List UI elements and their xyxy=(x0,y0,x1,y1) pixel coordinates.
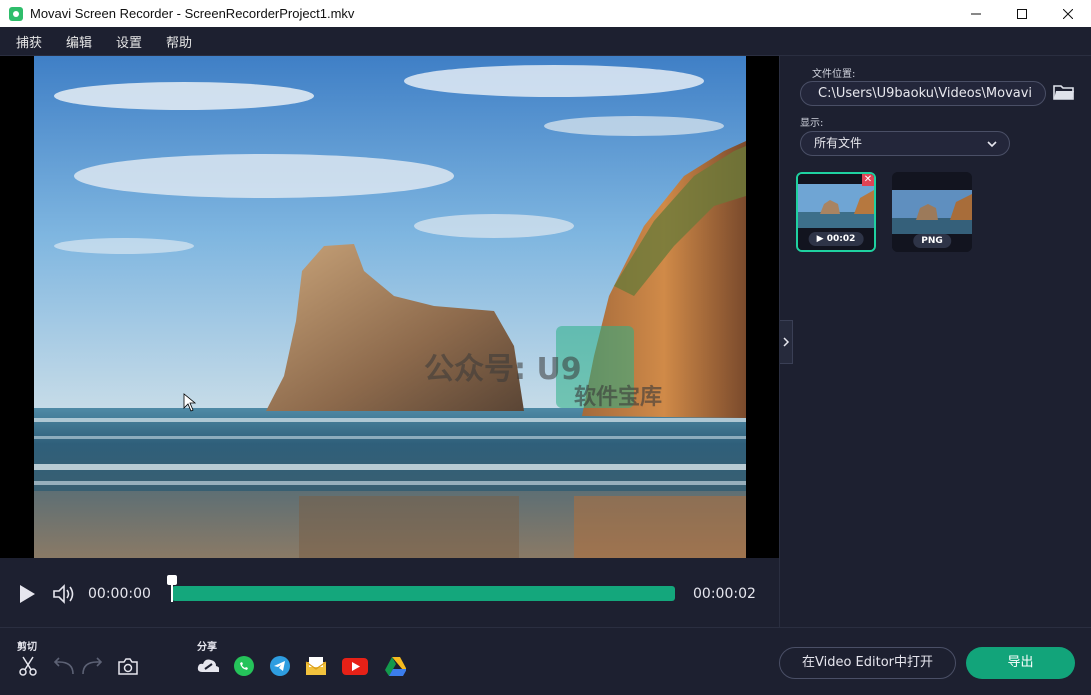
open-in-video-editor-button[interactable]: 在Video Editor中打开 xyxy=(779,647,956,679)
redo-icon xyxy=(82,657,103,675)
thumbnail-video-duration: ▶ 00:02 xyxy=(808,232,864,246)
youtube-icon xyxy=(342,658,368,675)
current-time: 00:00:00 xyxy=(88,586,151,602)
window-title: Movavi Screen Recorder - ScreenRecorderP… xyxy=(30,6,355,21)
menu-bar: 捕获 编辑 设置 帮助 xyxy=(0,27,1091,56)
playhead-marker-icon xyxy=(167,575,177,602)
expand-panel-button[interactable] xyxy=(780,320,793,364)
thumbnail-image-type: PNG xyxy=(913,234,951,248)
video-viewer[interactable]: 公众号: U9 软件宝库 xyxy=(0,56,779,558)
email-icon xyxy=(305,657,327,675)
file-filter-select[interactable]: 所有文件 xyxy=(800,131,1010,156)
watermark-sub: 软件宝库 xyxy=(574,384,662,410)
menu-help[interactable]: 帮助 xyxy=(154,32,204,51)
chevron-down-icon xyxy=(987,133,997,156)
share-whatsapp-button[interactable] xyxy=(233,655,255,677)
share-email-button[interactable] xyxy=(305,655,327,677)
volume-icon xyxy=(53,584,74,604)
menu-edit[interactable]: 编辑 xyxy=(54,32,104,51)
video-frame: 公众号: U9 软件宝库 xyxy=(34,56,746,558)
delete-thumbnail-button[interactable]: ✕ xyxy=(862,174,874,186)
undo-button[interactable] xyxy=(53,655,75,677)
show-label: 显示: xyxy=(800,118,824,129)
redo-button[interactable] xyxy=(81,655,103,677)
whatsapp-icon xyxy=(234,656,254,676)
play-icon xyxy=(20,585,35,603)
window-controls xyxy=(953,0,1091,27)
bottom-toolbar: 剪切 分享 在Video Editor中打开 导出 xyxy=(0,627,1091,695)
telegram-icon xyxy=(270,656,290,676)
camera-icon xyxy=(118,658,138,675)
app-icon xyxy=(9,6,23,21)
close-icon xyxy=(1063,8,1073,19)
timeline-track[interactable] xyxy=(172,586,675,601)
share-google-drive-button[interactable] xyxy=(384,655,406,677)
playhead-handle[interactable] xyxy=(167,575,177,602)
playback-controls: 00:00:00 00:00:02 xyxy=(0,558,779,627)
play-button[interactable] xyxy=(17,583,37,609)
minimize-icon xyxy=(971,13,981,14)
folder-icon xyxy=(1053,85,1074,100)
menu-capture[interactable]: 捕获 xyxy=(0,32,54,51)
thumbnail-video[interactable]: ✕ ▶ 00:02 xyxy=(796,172,876,252)
maximize-button[interactable] xyxy=(999,0,1045,27)
export-button[interactable]: 导出 xyxy=(966,647,1075,679)
maximize-icon xyxy=(1017,8,1027,19)
share-telegram-button[interactable] xyxy=(269,655,291,677)
browse-folder-button[interactable] xyxy=(1053,83,1075,103)
volume-button[interactable] xyxy=(52,583,76,609)
minimize-button[interactable] xyxy=(953,0,999,27)
cut-section-label: 剪切 xyxy=(17,642,37,653)
google-drive-icon xyxy=(385,657,406,676)
close-button[interactable] xyxy=(1045,0,1091,27)
file-location-field[interactable]: C:\Users\U9baoku\Videos\Movavi xyxy=(800,81,1046,106)
snapshot-button[interactable] xyxy=(117,655,139,677)
menu-settings[interactable]: 设置 xyxy=(104,32,154,51)
scissors-icon xyxy=(19,656,37,676)
video-preview-image: 公众号: U9 软件宝库 xyxy=(34,56,746,558)
share-cloud-link-button[interactable] xyxy=(197,655,219,677)
undo-icon xyxy=(53,657,74,675)
thumbnail-image[interactable]: PNG xyxy=(892,172,972,252)
file-filter-value: 所有文件 xyxy=(814,136,863,150)
total-time: 00:00:02 xyxy=(693,586,756,602)
chevron-right-icon xyxy=(782,337,789,347)
file-location-label: 文件位置: xyxy=(812,69,856,80)
title-bar: Movavi Screen Recorder - ScreenRecorderP… xyxy=(0,0,1091,27)
cloud-link-icon xyxy=(197,659,219,672)
share-youtube-button[interactable] xyxy=(341,655,369,677)
file-panel: 文件位置: C:\Users\U9baoku\Videos\Movavi 显示:… xyxy=(780,56,1091,627)
share-section-label: 分享 xyxy=(197,642,217,653)
watermark-main: 公众号: U9 xyxy=(424,352,582,387)
cut-button[interactable] xyxy=(17,655,39,677)
